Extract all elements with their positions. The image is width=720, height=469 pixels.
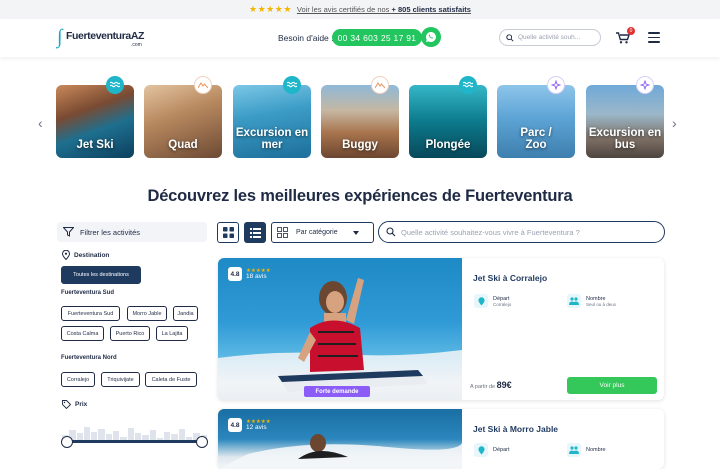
cart-button[interactable]: 0 bbox=[616, 27, 635, 49]
reviews-link[interactable]: Voir les avis certifiés de nos + 805 cli… bbox=[297, 5, 471, 14]
price-tag-icon bbox=[62, 400, 71, 409]
site-logo[interactable]: ∫ FuerteventuraAZ .com bbox=[57, 26, 149, 48]
price-histogram bbox=[62, 420, 207, 442]
location-pin-icon bbox=[62, 250, 70, 260]
sort-select[interactable]: Par catégorie bbox=[271, 222, 374, 243]
card-number: Nombre bbox=[567, 443, 606, 457]
chip-morro-jable[interactable]: Morro Jable bbox=[127, 306, 167, 321]
destination-heading: Destination bbox=[62, 250, 109, 260]
whatsapp-icon[interactable] bbox=[421, 27, 441, 47]
site-header: ∫ FuerteventuraAZ .com Besoin d'aide : 0… bbox=[0, 19, 720, 57]
location-pin-icon bbox=[474, 443, 488, 457]
card-title[interactable]: Jet Ski à Corralejo bbox=[473, 273, 547, 283]
chip-all-destinations[interactable]: Toutes les destinations bbox=[61, 266, 141, 284]
cart-count-badge: 0 bbox=[627, 27, 635, 35]
logo-mark: ∫ bbox=[57, 26, 63, 48]
price-heading: Prix bbox=[62, 400, 87, 409]
mountain-icon bbox=[194, 76, 212, 94]
activity-search-input[interactable]: Quelle activité souhaitez-vous vivre à F… bbox=[378, 221, 665, 243]
category-plongee[interactable]: Plongée bbox=[409, 85, 487, 158]
group-icon bbox=[567, 443, 581, 457]
category-excursion-en-mer[interactable]: Excursion en mer bbox=[233, 85, 311, 158]
category-excursion-en-bus[interactable]: Excursion en bus bbox=[586, 85, 664, 158]
header-search-input[interactable]: Quelle activité souh... bbox=[499, 29, 601, 46]
category-parc-zoo[interactable]: Parc / Zoo bbox=[497, 85, 575, 158]
filter-funnel-icon bbox=[63, 227, 74, 237]
hamburger-menu-icon[interactable] bbox=[648, 32, 660, 43]
north-heading: Fuerteventura Nord bbox=[61, 355, 117, 361]
card-rating: 4.8 ★★★★★ 12 avis bbox=[228, 418, 271, 432]
group-icon bbox=[567, 294, 581, 308]
review-count: 12 avis bbox=[246, 424, 267, 431]
chip-costa-calma[interactable]: Costa Calma bbox=[61, 326, 104, 341]
search-icon bbox=[386, 227, 396, 237]
demand-badge: Forte demande bbox=[304, 386, 370, 397]
activity-card[interactable]: 4.8 ★★★★★ 18 avis Forte demande Jet Ski … bbox=[218, 258, 664, 400]
mountain-icon bbox=[371, 76, 389, 94]
search-icon bbox=[506, 33, 514, 42]
see-more-button[interactable]: Voir plus bbox=[567, 377, 657, 394]
list-icon bbox=[249, 227, 261, 238]
chip-jandia[interactable]: Jandia bbox=[173, 306, 198, 321]
price-min-handle[interactable] bbox=[61, 436, 73, 448]
location-pin-icon bbox=[474, 294, 488, 308]
category-buggy[interactable]: Buggy bbox=[321, 85, 399, 158]
water-waves-icon bbox=[283, 76, 301, 94]
card-number: Nombre Seul ou à deux bbox=[567, 294, 616, 308]
price-range-slider[interactable] bbox=[61, 418, 208, 450]
activity-card[interactable]: 4.8 ★★★★★ 12 avis Jet Ski à Morro Jable … bbox=[218, 409, 664, 469]
help-label: Besoin d'aide : bbox=[278, 33, 334, 43]
price-max-handle[interactable] bbox=[196, 436, 208, 448]
reviews-bar: ★★★★★ Voir les avis certifiés de nos + 8… bbox=[0, 0, 720, 19]
card-depart: Départ bbox=[474, 443, 510, 457]
south-heading: Fuerteventura Sud bbox=[61, 290, 115, 296]
card-title[interactable]: Jet Ski à Morro Jable bbox=[473, 424, 558, 434]
chip-corralejo[interactable]: Corralejo bbox=[61, 372, 95, 387]
chip-caleta-de-fuste[interactable]: Caleta de Fuste bbox=[145, 372, 197, 387]
card-price: A partir de 89€ bbox=[470, 380, 512, 390]
chip-fuerteventura-sud[interactable]: Fuerteventura Sud bbox=[61, 306, 120, 321]
card-rating: 4.8 ★★★★★ 18 avis bbox=[228, 267, 271, 281]
sparkle-icon bbox=[547, 76, 565, 94]
filter-toggle[interactable]: Filtrer les activités bbox=[57, 222, 207, 242]
chip-la-lajita[interactable]: La Lajita bbox=[156, 326, 188, 341]
review-count: 18 avis bbox=[246, 273, 267, 280]
carousel-prev-icon[interactable]: ‹ bbox=[38, 115, 43, 131]
sparkle-icon bbox=[636, 76, 654, 94]
grid-icon bbox=[222, 227, 234, 238]
category-grid-icon bbox=[277, 227, 288, 238]
carousel-next-icon[interactable]: › bbox=[672, 115, 677, 131]
chip-triquivijate[interactable]: Triquivijate bbox=[101, 372, 140, 387]
price-range-track bbox=[66, 440, 203, 443]
chip-puerto-rico[interactable]: Puerto Rico bbox=[110, 326, 150, 341]
water-waves-icon bbox=[106, 76, 124, 94]
page-title: Découvrez les meilleures expériences de … bbox=[147, 187, 573, 205]
category-jet-ski[interactable]: Jet Ski bbox=[56, 85, 134, 158]
rating-stars: ★★★★★ bbox=[249, 4, 292, 14]
phone-button[interactable]: 00 34 603 25 17 91 bbox=[332, 29, 422, 46]
list-view-button[interactable] bbox=[244, 222, 266, 243]
grid-view-button[interactable] bbox=[217, 222, 239, 243]
water-waves-icon bbox=[459, 76, 477, 94]
chevron-down-icon bbox=[353, 231, 359, 235]
card-depart: Départ Corralejo bbox=[474, 294, 511, 308]
category-quad[interactable]: Quad bbox=[144, 85, 222, 158]
